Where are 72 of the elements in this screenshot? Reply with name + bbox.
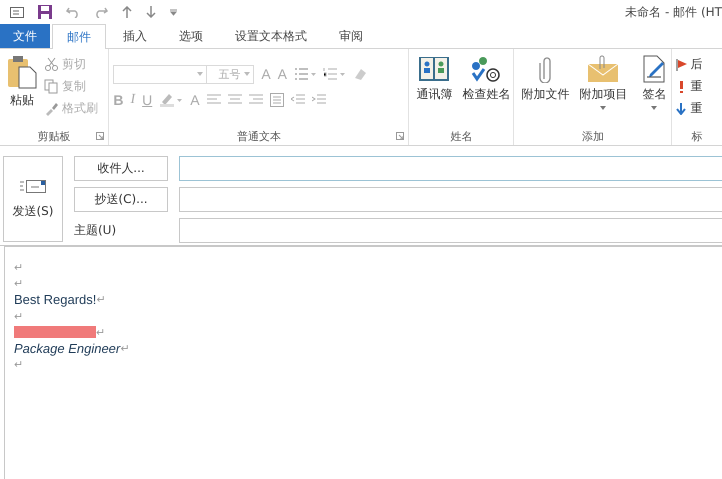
dropdown-icon: [651, 106, 658, 110]
window-title: 未命名 - 邮件 (HT: [625, 4, 722, 20]
ribbon-tab[interactable]: 插入: [108, 24, 162, 48]
envelope-icon: [586, 55, 620, 83]
align-right-icon[interactable]: [248, 94, 263, 106]
outdent-icon[interactable]: [290, 94, 305, 106]
clipboard-icon: [7, 55, 37, 89]
address-book-button[interactable]: 通讯簿: [413, 53, 456, 128]
attach-file-button[interactable]: 附加文件: [518, 53, 572, 128]
input-field[interactable]: [179, 187, 722, 212]
paste-button[interactable]: 粘贴: [4, 53, 40, 128]
down-arrow-icon: [676, 102, 688, 114]
scissors-icon: [44, 57, 59, 72]
justify-icon[interactable]: [270, 93, 284, 107]
file-tab[interactable]: 文件: [0, 24, 50, 48]
paperclip-icon: [537, 55, 554, 83]
follow-up-button[interactable]: 后: [676, 55, 702, 74]
launcher-icon[interactable]: [396, 132, 404, 140]
undo-icon[interactable]: [66, 6, 80, 18]
launcher-icon[interactable]: [96, 132, 104, 140]
highlighter-icon[interactable]: [159, 93, 184, 107]
body-text: Best Regards!: [14, 292, 96, 308]
body-text: Package Engineer: [14, 341, 120, 356]
down-arrow-icon[interactable]: [146, 6, 156, 18]
align-left-icon[interactable]: [206, 94, 221, 106]
high-importance-button[interactable]: 重: [676, 77, 702, 96]
mail-icon[interactable]: [10, 6, 24, 18]
recipient-button[interactable]: 收件人...: [74, 156, 168, 181]
ribbon-tab[interactable]: 设置文本格式: [220, 24, 322, 48]
font-name-field[interactable]: [113, 64, 208, 84]
customize-icon[interactable]: [170, 8, 177, 16]
attach-item-button[interactable]: 附加项目: [576, 53, 630, 128]
ribbon-tab[interactable]: 选项: [164, 24, 218, 48]
dropdown-icon: [244, 72, 250, 76]
paragraph-mark: ↵: [96, 326, 105, 339]
indent-icon[interactable]: [312, 94, 326, 106]
save-icon[interactable]: [38, 5, 52, 19]
flag-icon: [676, 58, 688, 70]
brush-icon: [44, 101, 59, 116]
redo-icon[interactable]: [94, 6, 108, 18]
group-label: 剪贴板: [38, 130, 71, 143]
input-field[interactable]: [179, 218, 722, 243]
check-names-icon: [470, 55, 502, 83]
send-button[interactable]: 发送(S): [3, 156, 63, 242]
signature-button[interactable]: 签名: [634, 53, 674, 128]
copy-icon: [44, 79, 59, 94]
recipient-button[interactable]: 抄送(C)...: [74, 187, 168, 212]
address-book-icon: [418, 55, 450, 83]
numbering-icon[interactable]: [323, 67, 345, 81]
low-importance-button[interactable]: 重: [676, 99, 702, 118]
send-icon: [20, 178, 46, 192]
paragraph-mark: ↵: [14, 358, 23, 372]
paragraph-mark: ↵: [120, 342, 130, 356]
group-label: 姓名: [450, 130, 472, 143]
paragraph-mark: ↵: [14, 260, 23, 274]
up-arrow-icon[interactable]: [122, 6, 132, 18]
align-center-icon[interactable]: [228, 94, 242, 106]
paragraph-mark: ↵: [14, 276, 23, 290]
paragraph-mark: ↵: [96, 293, 106, 306]
check-names-button[interactable]: 检查姓名: [459, 53, 514, 128]
group-label: 标: [692, 130, 703, 143]
dropdown-icon: [197, 72, 204, 76]
dropdown-icon: [600, 106, 606, 110]
ribbon-tab[interactable]: 审阅: [324, 24, 378, 48]
input-field[interactable]: [179, 156, 722, 181]
field-label: 主题(U): [74, 222, 118, 239]
paragraph-mark: ↵: [14, 310, 23, 323]
group-label: 添加: [582, 130, 604, 143]
clear-format-icon[interactable]: [352, 66, 368, 82]
bullets-icon[interactable]: [294, 67, 316, 81]
ribbon-tab[interactable]: 邮件: [52, 24, 106, 49]
group-label: 普通文本: [236, 130, 281, 143]
